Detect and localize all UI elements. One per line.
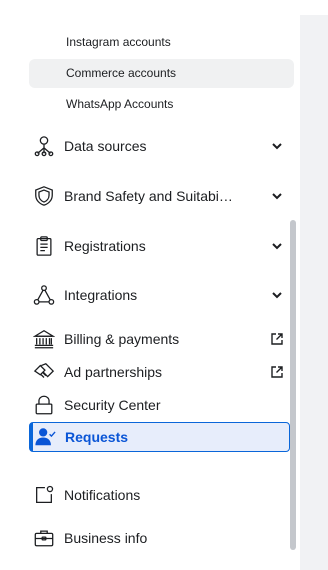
chevron-down-icon — [266, 139, 288, 153]
sidebar-item-label: Integrations — [64, 287, 138, 303]
lock-icon — [32, 393, 56, 417]
sidebar-item-label: Notifications — [64, 487, 141, 503]
shield-icon — [32, 184, 56, 208]
chevron-down-icon — [266, 288, 288, 302]
sidebar-item-requests[interactable]: Requests — [29, 422, 290, 452]
external-link-icon — [266, 365, 288, 379]
sidebar-item-label: Billing & payments — [64, 331, 180, 347]
sidebar-subitem-whatsapp-accounts[interactable]: WhatsApp Accounts — [29, 90, 294, 119]
sidebar-item-label: Ad partnerships — [64, 364, 163, 380]
sidebar-item-label: Security Center — [64, 397, 161, 413]
bank-icon — [32, 327, 56, 351]
sidebar: Instagram accounts Commerce accounts Wha… — [0, 0, 300, 570]
clipboard-icon — [32, 234, 56, 258]
sidebar-item-label: Business info — [64, 530, 148, 546]
person-check-icon — [33, 425, 57, 449]
external-link-icon — [266, 332, 288, 346]
sidebar-item-label: Data sources — [64, 138, 147, 154]
sidebar-item-integrations[interactable]: Integrations — [29, 279, 290, 311]
handshake-icon — [32, 360, 56, 384]
sidebar-item-ad-partnerships[interactable]: Ad partnerships — [29, 356, 290, 388]
sidebar-item-label: Registrations — [64, 238, 146, 254]
sidebar-item-label: Brand Safety and Suitabi… — [64, 188, 233, 204]
chevron-down-icon — [266, 239, 288, 253]
chevron-down-icon — [266, 189, 288, 203]
sidebar-subitem-commerce-accounts[interactable]: Commerce accounts — [29, 59, 294, 88]
sidebar-scrollbar[interactable] — [290, 220, 296, 550]
sidebar-item-notifications[interactable]: Notifications — [29, 479, 290, 511]
sidebar-subitem-instagram-accounts[interactable]: Instagram accounts — [29, 28, 294, 57]
data-sources-icon — [32, 134, 56, 158]
sidebar-item-business-info[interactable]: Business info — [29, 522, 290, 554]
main-content-area — [300, 15, 328, 570]
sidebar-item-data-sources[interactable]: Data sources — [29, 130, 290, 162]
sidebar-item-security-center[interactable]: Security Center — [29, 389, 290, 421]
briefcase-icon — [32, 526, 56, 550]
sidebar-item-billing-payments[interactable]: Billing & payments — [29, 323, 290, 355]
sidebar-item-registrations[interactable]: Registrations — [29, 230, 290, 262]
notification-icon — [32, 483, 56, 507]
integrations-icon — [32, 283, 56, 307]
sidebar-item-brand-safety[interactable]: Brand Safety and Suitabi… — [29, 180, 290, 212]
sidebar-item-label: Requests — [65, 429, 129, 445]
